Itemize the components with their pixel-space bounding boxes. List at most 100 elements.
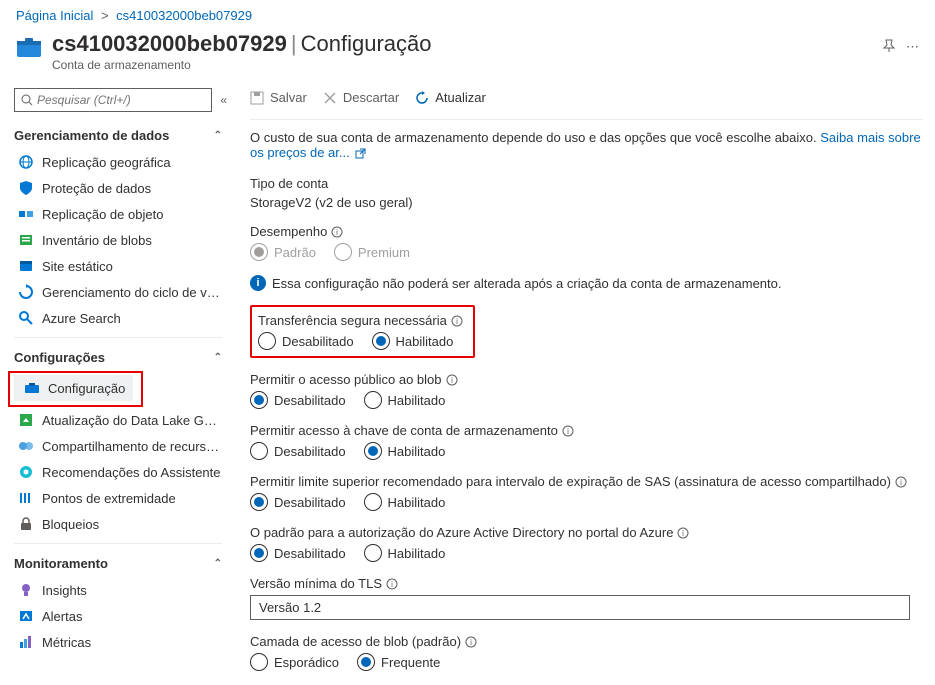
radio-secure-transfer-enabled[interactable]: Habilitado [372,332,454,350]
advisor-icon [18,464,34,480]
more-actions-icon[interactable]: ⋯ [906,39,919,55]
sidebar-item-object-replication[interactable]: Replicação de objeto [8,201,230,227]
sidebar: « Gerenciamento de dados⌃ Replicação geo… [0,80,230,685]
save-button[interactable]: Salvar [250,90,307,105]
info-icon[interactable]: i [465,636,477,648]
sidebar-item-configuration[interactable]: Configuração [14,375,133,401]
info-icon[interactable]: i [677,527,689,539]
inventory-icon [18,232,34,248]
radio-performance-premium: Premium [334,243,410,261]
chevron-up-icon: ⌃ [214,558,222,569]
radio-aad-default-disabled[interactable]: Desabilitado [250,544,346,562]
field-blob-tier: Camada de acesso de blob (padrão) i Espo… [250,634,923,671]
sidebar-search[interactable] [14,88,212,112]
sidebar-item-data-protection[interactable]: Proteção de dados [8,175,230,201]
sidebar-item-azure-search[interactable]: Azure Search [8,305,230,331]
info-icon[interactable]: i [331,226,343,238]
radio-performance-standard: Padrão [250,243,316,261]
main-content: Salvar Descartar Atualizar O custo de su… [230,80,935,685]
radio-aad-default-enabled[interactable]: Habilitado [364,544,446,562]
sidebar-item-alerts[interactable]: Alertas [8,603,230,629]
account-type-value: StorageV2 (v2 de uso geral) [250,195,923,210]
globe-icon [18,154,34,170]
info-icon[interactable]: i [386,578,398,590]
sidebar-item-metrics[interactable]: Métricas [8,629,230,655]
command-bar: Salvar Descartar Atualizar [250,80,923,119]
breadcrumb-home[interactable]: Página Inicial [16,8,93,23]
external-link-icon [355,148,366,159]
chevron-up-icon: ⌃ [214,352,222,363]
field-blob-public-access: Permitir o acesso público ao blob i Desa… [250,372,923,409]
section-monitoring[interactable]: Monitoramento⌃ [8,550,230,577]
refresh-icon [415,91,429,105]
radio-key-access-enabled[interactable]: Habilitado [364,442,446,460]
resource-header: cs410032000beb07929|Configuração Conta d… [0,27,935,80]
section-settings[interactable]: Configurações⌃ [8,344,230,371]
datalake-icon [18,412,34,428]
radio-sas-limit-disabled[interactable]: Desabilitado [250,493,346,511]
discard-button[interactable]: Descartar [323,90,399,105]
sidebar-item-dlg2-upgrade[interactable]: Atualização do Data Lake Gen2 [8,407,230,433]
website-icon [18,258,34,274]
sidebar-item-static-website[interactable]: Site estático [8,253,230,279]
sidebar-item-geo-replication[interactable]: Replicação geográfica [8,149,230,175]
cors-icon [18,438,34,454]
svg-text:i: i [456,317,458,326]
breadcrumb-resource[interactable]: cs410032000beb07929 [116,8,252,23]
radio-tier-hot[interactable]: Frequente [357,653,440,671]
account-type-label: Tipo de conta [250,176,923,191]
sidebar-item-advisor[interactable]: Recomendações do Assistente [8,459,230,485]
radio-sas-limit-enabled[interactable]: Habilitado [364,493,446,511]
radio-key-access-disabled[interactable]: Desabilitado [250,442,346,460]
section-data-management[interactable]: Gerenciamento de dados⌃ [8,122,230,149]
sidebar-item-locks[interactable]: Bloqueios [8,511,230,537]
svg-text:i: i [451,376,453,385]
svg-text:i: i [391,580,393,589]
sidebar-item-cors[interactable]: Compartilhamento de recursos (C... [8,433,230,459]
cost-info-text: O custo de sua conta de armazenamento de… [250,130,923,160]
sidebar-item-endpoints[interactable]: Pontos de extremidade [8,485,230,511]
endpoints-icon [18,490,34,506]
search-icon [21,94,33,106]
radio-secure-transfer-disabled[interactable]: Desabilitado [258,332,354,350]
radio-blob-public-disabled[interactable]: Desabilitado [250,391,346,409]
pin-icon[interactable] [882,39,896,56]
field-sas-expiry-limit: Permitir limite superior recomendado par… [250,474,923,511]
azure-search-icon [18,310,34,326]
svg-text:i: i [567,427,569,436]
info-icon[interactable]: i [562,425,574,437]
sidebar-item-insights[interactable]: Insights [8,577,230,603]
svg-text:i: i [900,478,902,487]
insights-icon [18,582,34,598]
sidebar-item-blob-inventory[interactable]: Inventário de blobs [8,227,230,253]
info-icon[interactable]: i [895,476,907,488]
tls-version-select[interactable]: Versão 1.2 [250,595,910,620]
svg-text:i: i [336,228,338,237]
info-icon[interactable]: i [451,315,463,327]
search-input[interactable] [37,93,205,107]
info-filled-icon: i [250,275,266,291]
save-icon [250,91,264,105]
svg-text:i: i [683,529,685,538]
sidebar-item-lifecycle[interactable]: Gerenciamento do ciclo de vida [8,279,230,305]
resource-type-label: Conta de armazenamento [52,58,872,72]
breadcrumb-separator: > [101,8,109,23]
collapse-sidebar-icon[interactable]: « [220,93,224,107]
field-account-type: Tipo de conta StorageV2 (v2 de uso geral… [250,176,923,210]
configuration-icon [24,380,40,396]
radio-tier-cool[interactable]: Esporádico [250,653,339,671]
lock-icon [18,516,34,532]
info-icon[interactable]: i [446,374,458,386]
alerts-icon [18,608,34,624]
svg-text:i: i [470,638,472,647]
field-key-access: Permitir acesso à chave de conta de arma… [250,423,923,460]
metrics-icon [18,634,34,650]
replication-icon [18,206,34,222]
performance-note: i Essa configuração não poderá ser alter… [250,275,923,291]
chevron-up-icon: ⌃ [214,130,222,141]
radio-blob-public-enabled[interactable]: Habilitado [364,391,446,409]
discard-icon [323,91,337,105]
storage-account-icon [16,35,42,61]
refresh-button[interactable]: Atualizar [415,90,486,105]
field-secure-transfer: Transferência segura necessária i Desabi… [250,305,475,358]
